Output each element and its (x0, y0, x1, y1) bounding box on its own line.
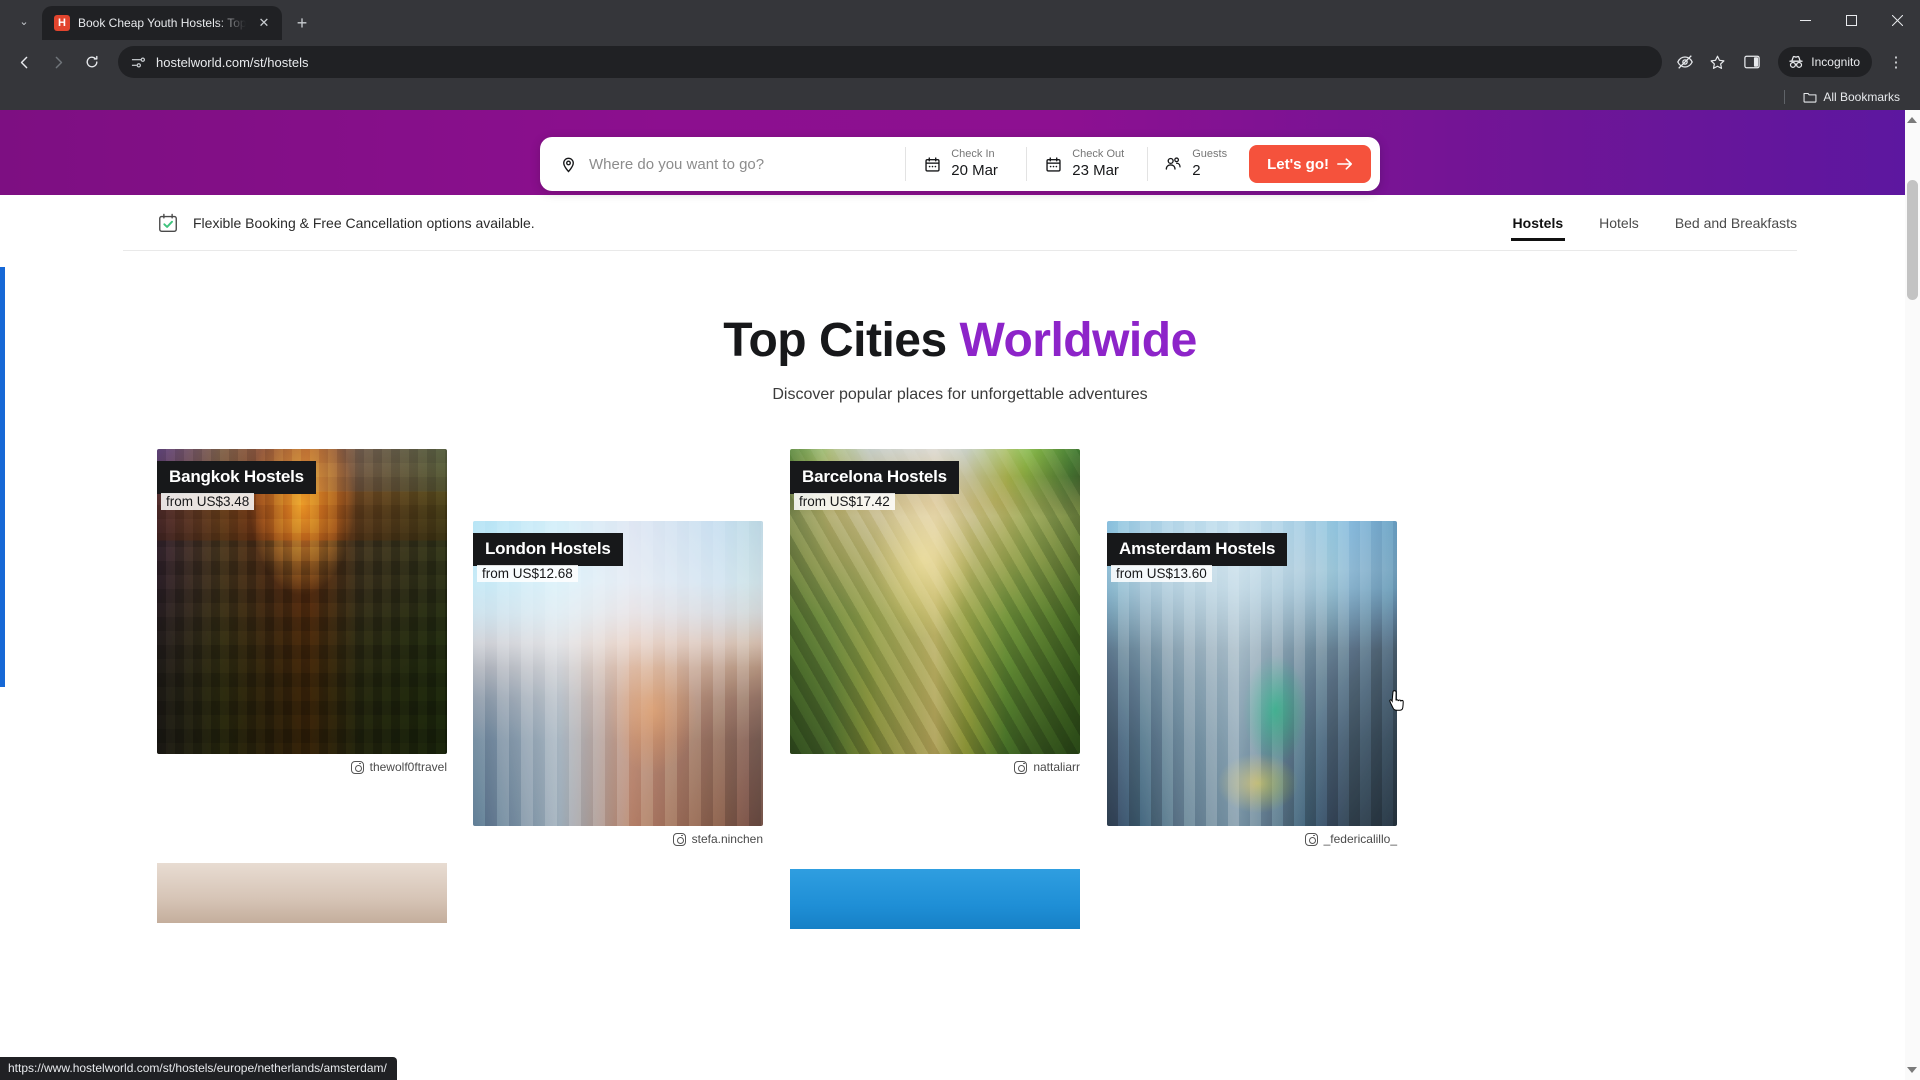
photo-credit: _federicalillo_ (1304, 832, 1397, 846)
page-title-plain: Top Cities (723, 314, 960, 367)
city-name-chip: London Hostels (473, 533, 623, 566)
bookmarks-bar: All Bookmarks (0, 84, 1920, 110)
checkin-label: Check In (951, 147, 995, 160)
notice-text: Flexible Booking & Free Cancellation opt… (193, 214, 535, 231)
search-bar: Where do you want to go? Check In 20 Mar (540, 137, 1380, 191)
all-bookmarks-label: All Bookmarks (1823, 90, 1900, 104)
tab-bed-and-breakfasts[interactable]: Bed and Breakfasts (1675, 195, 1797, 250)
reload-icon[interactable] (76, 46, 108, 78)
photo-credit: nattaliarr (1014, 760, 1080, 774)
search-submit-button[interactable]: Let's go! (1249, 145, 1371, 183)
calendar-icon (925, 156, 940, 172)
incognito-label: Incognito (1811, 55, 1860, 69)
toolbar-actions: Incognito ⋮ (1672, 46, 1912, 78)
guests-label: Guests (1192, 147, 1228, 160)
back-icon[interactable] (8, 46, 40, 78)
tab-title: Book Cheap Youth Hostels: Top (78, 16, 246, 30)
city-card-barcelona[interactable]: Barcelona Hostels from US$17.42 nattalia… (790, 449, 1080, 774)
photo-credit: thewolf0ftravel (350, 760, 447, 774)
minimize-icon[interactable] (1782, 0, 1828, 40)
page-title: Top Cities Worldwide (0, 313, 1920, 368)
close-tab-icon[interactable]: ✕ (254, 13, 274, 33)
checkin-field[interactable]: Check In 20 Mar (906, 137, 1026, 191)
city-card-bangkok[interactable]: Bangkok Hostels from US$3.48 thewolf0ftr… (157, 449, 447, 774)
bookmark-divider (1784, 90, 1786, 104)
browser-toolbar: hostelworld.com/st/hostels Incognito ⋮ (0, 40, 1920, 84)
close-window-icon[interactable] (1874, 0, 1920, 40)
notice-and-tabs-bar: Flexible Booking & Free Cancellation opt… (0, 195, 1920, 250)
instagram-icon (350, 760, 364, 774)
arrow-right-icon (1337, 158, 1353, 170)
checkout-value: 23 Mar (1072, 162, 1119, 180)
checkout-label: Check Out (1072, 147, 1125, 160)
photo-credit-handle: thewolf0ftravel (369, 760, 447, 774)
checkout-field[interactable]: Check Out 23 Mar (1027, 137, 1147, 191)
category-tabs: Hostels Hotels Bed and Breakfasts (1510, 195, 1797, 250)
browser-tab[interactable]: H Book Cheap Youth Hostels: Top ✕ (42, 6, 282, 40)
new-tab-icon[interactable]: + (288, 9, 316, 37)
city-price: from US$3.48 (161, 493, 255, 510)
photo-credit: stefa.ninchen (672, 832, 763, 846)
city-name-chip: Bangkok Hostels (157, 461, 316, 494)
city-card-amsterdam[interactable]: Amsterdam Hostels from US$13.60 _federic… (1107, 521, 1397, 846)
guests-field[interactable]: Guests 2 (1148, 137, 1245, 191)
search-submit-label: Let's go! (1267, 155, 1329, 173)
location-pin-icon (563, 157, 574, 172)
city-card-next-row-center[interactable] (790, 869, 1080, 929)
city-card-london[interactable]: London Hostels from US$12.68 stefa.ninch… (473, 521, 763, 846)
scroll-down-arrow-icon[interactable] (1907, 1067, 1917, 1076)
city-name-chip: Barcelona Hostels (790, 461, 959, 494)
photo-credit-handle: nattaliarr (1033, 760, 1080, 774)
instagram-icon (672, 832, 686, 846)
page-scrollbar[interactable] (1905, 110, 1920, 1080)
favicon-icon: H (54, 15, 70, 31)
page-title-accent: Worldwide (959, 314, 1198, 367)
scrollbar-thumb[interactable] (1907, 180, 1918, 300)
scroll-up-arrow-icon[interactable] (1907, 114, 1917, 123)
instagram-icon (1014, 760, 1028, 774)
calendar-icon (1046, 156, 1061, 172)
chrome-menu-icon[interactable]: ⋮ (1880, 46, 1912, 78)
browser-window: ⌄ H Book Cheap Youth Hostels: Top ✕ + ho… (0, 0, 1920, 1080)
tracking-protection-icon[interactable] (1672, 49, 1698, 75)
forward-icon[interactable] (42, 46, 74, 78)
city-cards-grid: Bangkok Hostels from US$3.48 thewolf0ftr… (0, 426, 1920, 929)
tab-search-icon[interactable]: ⌄ (10, 7, 38, 35)
photo-credit-handle: _federicalillo_ (1323, 832, 1397, 846)
flexible-booking-notice: Flexible Booking & Free Cancellation opt… (123, 212, 535, 234)
guests-icon (1165, 157, 1181, 170)
address-bar[interactable]: hostelworld.com/st/hostels (118, 46, 1663, 78)
guests-value: 2 (1192, 162, 1201, 180)
checkin-value: 20 Mar (951, 162, 998, 180)
incognito-badge[interactable]: Incognito (1778, 47, 1872, 77)
destination-placeholder: Where do you want to go? (589, 155, 765, 173)
tab-strip: ⌄ H Book Cheap Youth Hostels: Top ✕ + (0, 0, 1920, 40)
city-price: from US$17.42 (794, 493, 895, 510)
page-viewport: Where do you want to go? Check In 20 Mar (0, 110, 1920, 1080)
side-panel-icon[interactable] (1736, 46, 1768, 78)
calendar-check-icon (159, 213, 177, 232)
city-name-chip: Amsterdam Hostels (1107, 533, 1288, 566)
site-settings-icon[interactable] (130, 54, 146, 70)
tab-hostels[interactable]: Hostels (1510, 195, 1565, 250)
city-price: from US$13.60 (1111, 565, 1212, 582)
window-controls (1782, 0, 1920, 40)
instagram-icon (1304, 832, 1318, 846)
page-subtitle: Discover popular places for unforgettabl… (772, 386, 1148, 403)
maximize-icon[interactable] (1828, 0, 1874, 40)
city-price: from US$12.68 (477, 565, 578, 582)
incognito-icon (1789, 55, 1803, 68)
tab-hotels[interactable]: Hotels (1599, 195, 1639, 250)
hero-banner: Where do you want to go? Check In 20 Mar (0, 110, 1920, 195)
main-content: Top Cities Worldwide Discover popular pl… (0, 251, 1920, 929)
bookmark-star-icon[interactable] (1704, 49, 1730, 75)
folder-icon (1803, 92, 1817, 103)
url-text: hostelworld.com/st/hostels (156, 54, 309, 70)
all-bookmarks-button[interactable]: All Bookmarks (1797, 88, 1906, 106)
city-card-next-row-left[interactable] (157, 863, 447, 923)
link-status-bar: https://www.hostelworld.com/st/hostels/e… (0, 1057, 397, 1080)
photo-credit-handle: stefa.ninchen (691, 832, 763, 846)
destination-input[interactable]: Where do you want to go? (540, 137, 905, 191)
